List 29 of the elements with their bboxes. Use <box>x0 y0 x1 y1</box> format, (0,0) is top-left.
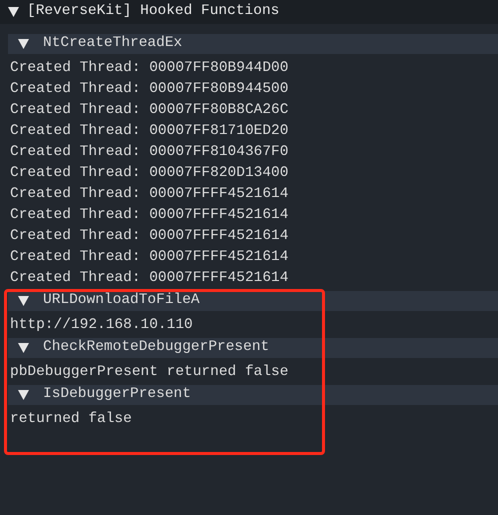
log-line: http://192.168.10.110 <box>10 316 193 335</box>
log-line: Created Thread: 00007FF8104367F0 <box>10 143 288 162</box>
section-header[interactable]: CheckRemoteDebuggerPresent <box>8 338 498 358</box>
collapse-triangle-icon[interactable] <box>18 343 29 353</box>
section-header[interactable]: NtCreateThreadEx <box>8 34 498 54</box>
collapse-triangle-icon[interactable] <box>18 296 29 306</box>
window-title: [ReverseKit] Hooked Functions <box>27 2 280 22</box>
section-header[interactable]: IsDebuggerPresent <box>8 385 498 405</box>
log-line: Created Thread: 00007FFFF4521614 <box>10 185 288 204</box>
log-line: Created Thread: 00007FFFF4521614 <box>10 269 288 288</box>
collapse-triangle-icon[interactable] <box>8 7 19 17</box>
title-bar[interactable]: [ReverseKit] Hooked Functions <box>0 0 498 24</box>
section-title: IsDebuggerPresent <box>43 385 191 404</box>
log-line: Created Thread: 00007FFFF4521614 <box>10 248 288 267</box>
log-line: Created Thread: 00007FF80B8CA26C <box>10 101 288 120</box>
section-title: CheckRemoteDebuggerPresent <box>43 338 270 358</box>
section-title: URLDownloadToFileA <box>43 291 200 310</box>
log-line: pbDebuggerPresent returned false <box>10 363 288 382</box>
collapse-triangle-icon[interactable] <box>18 39 29 49</box>
log-line: returned false <box>10 410 132 429</box>
log-line: Created Thread: 00007FF81710ED20 <box>10 122 288 141</box>
log-line: Created Thread: 00007FF80B944500 <box>10 80 288 99</box>
log-line: Created Thread: 00007FF80B944D00 <box>10 59 288 78</box>
section-header[interactable]: URLDownloadToFileA <box>8 291 498 311</box>
log-line: Created Thread: 00007FFFF4521614 <box>10 227 288 246</box>
log-line: Created Thread: 00007FFFF4521614 <box>10 206 288 225</box>
section-title: NtCreateThreadEx <box>43 34 182 54</box>
log-line: Created Thread: 00007FF820D13400 <box>10 164 288 183</box>
collapse-triangle-icon[interactable] <box>18 390 29 400</box>
